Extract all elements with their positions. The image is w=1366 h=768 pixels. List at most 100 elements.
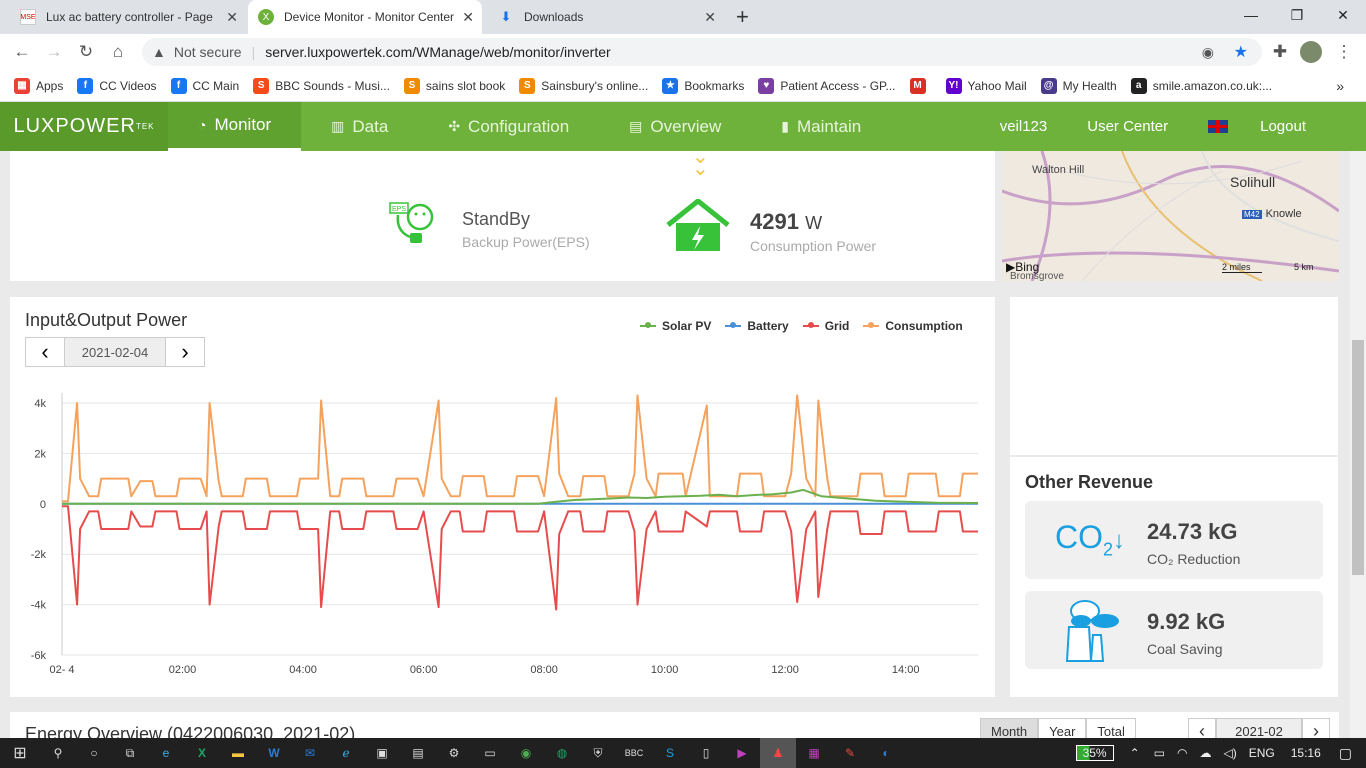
usb-icon[interactable]: ▯ bbox=[688, 738, 724, 768]
tab-lux-forum[interactable]: MSE Lux ac battery controller - Page 8 ✕ bbox=[10, 0, 246, 34]
notepad-icon[interactable]: ▤ bbox=[400, 738, 436, 768]
bookmark-item[interactable]: ★ Bookmarks bbox=[662, 77, 744, 94]
home-icon[interactable]: ⌂ bbox=[106, 40, 130, 64]
explorer-icon[interactable]: ▬ bbox=[220, 738, 256, 768]
restore-icon[interactable]: ❐ bbox=[1274, 0, 1320, 30]
input-output-chart-card: Input&Output Power ‹ 2021-02-04 › Solar … bbox=[10, 297, 995, 697]
eye-off-icon[interactable]: ◉ bbox=[1202, 44, 1214, 61]
bookmark-item[interactable]: @ My Health bbox=[1040, 77, 1117, 94]
chart-date-picker: ‹ 2021-02-04 › bbox=[25, 337, 205, 367]
photos-icon[interactable]: ▣ bbox=[364, 738, 400, 768]
money-icon[interactable]: ◍ bbox=[544, 738, 580, 768]
windows-start-icon[interactable]: ⊞ bbox=[0, 738, 40, 768]
wifi-icon[interactable]: ◠ bbox=[1177, 746, 1187, 760]
menu-item-data[interactable]: ▥ Data bbox=[301, 102, 418, 151]
bookmark-item[interactable]: a smile.amazon.co.uk:... bbox=[1130, 77, 1272, 94]
logout-link[interactable]: Logout bbox=[1260, 118, 1306, 135]
edge-icon[interactable]: e bbox=[148, 738, 184, 768]
search-icon[interactable]: ⚲ bbox=[40, 738, 76, 768]
globe-icon[interactable]: ◐ bbox=[868, 738, 904, 768]
menu-item-overview[interactable]: ▤ Overview bbox=[599, 102, 751, 151]
settings-icon[interactable]: ⚙ bbox=[436, 738, 472, 768]
clock[interactable]: 15:16 bbox=[1291, 746, 1321, 760]
legend-item[interactable]: Consumption bbox=[863, 319, 963, 333]
pin-icon[interactable]: ♟ bbox=[760, 738, 796, 768]
bookmark-item[interactable]: ♥ Patient Access - GP... bbox=[758, 77, 896, 94]
prev-date-button[interactable]: ‹ bbox=[26, 338, 64, 366]
bookmark-item[interactable]: Ssains slot book bbox=[403, 77, 505, 94]
bookmarks-more-button[interactable]: » bbox=[1336, 78, 1344, 94]
close-icon[interactable]: ✕ bbox=[226, 9, 238, 26]
excel-icon[interactable]: X bbox=[184, 738, 220, 768]
eps-label: Backup Power(EPS) bbox=[462, 234, 590, 250]
language-indicator[interactable]: ENG bbox=[1249, 746, 1275, 760]
bbc-icon[interactable]: BBC bbox=[616, 738, 652, 768]
legend-item[interactable]: Battery bbox=[725, 319, 789, 333]
toggle-month[interactable]: Month bbox=[980, 718, 1039, 738]
reload-icon[interactable]: ↻ bbox=[74, 40, 98, 64]
word-icon[interactable]: W bbox=[256, 738, 292, 768]
bookmark-item[interactable]: ▦ Apps bbox=[14, 77, 63, 94]
user-center-link[interactable]: User Center bbox=[1087, 118, 1168, 135]
cortana-icon[interactable]: ○ bbox=[76, 738, 112, 768]
chart-date-field[interactable]: 2021-02-04 bbox=[64, 338, 166, 366]
bookmark-item[interactable]: S Sainsbury's online... bbox=[519, 77, 648, 94]
battery-icon[interactable]: ▭ bbox=[1154, 746, 1165, 760]
bookmark-item[interactable]: S BBC Sounds - Musi... bbox=[253, 77, 390, 94]
omnibox[interactable]: ▲ Not secure | server.luxpowertek.com/WM… bbox=[142, 38, 1262, 66]
battery-indicator[interactable]: 35% bbox=[1075, 745, 1114, 761]
star-icon[interactable]: ★ bbox=[1234, 42, 1248, 62]
cloud-icon[interactable]: ☁ bbox=[1199, 746, 1211, 760]
menu-item-configuration[interactable]: ✣ Configuration bbox=[418, 102, 599, 151]
task-view-icon[interactable]: ⧉ bbox=[112, 738, 148, 768]
bookmark-item[interactable]: Y! Yahoo Mail bbox=[945, 77, 1027, 94]
toggle-year[interactable]: Year bbox=[1038, 718, 1087, 738]
series-line-consumption[interactable] bbox=[62, 394, 978, 503]
back-icon[interactable]: ← bbox=[10, 40, 34, 64]
luxpower-logo[interactable]: LUXPOWER TEK bbox=[0, 102, 168, 151]
input-output-chart[interactable]: 4k 2k 0 -2k -4k -6k02- 4 02:00 04:00 06:00 08:00 1… bbox=[10, 377, 995, 687]
app-icon[interactable]: ▦ bbox=[796, 738, 832, 768]
skype-icon[interactable]: S bbox=[652, 738, 688, 768]
ie-icon[interactable]: ℯ bbox=[328, 738, 364, 768]
menu-item-monitor[interactable]: ◔ Monitor bbox=[168, 102, 302, 151]
shield-icon[interactable]: ⛨ bbox=[580, 738, 616, 768]
close-window-icon[interactable]: ✕ bbox=[1320, 0, 1366, 30]
menu-icon: ▤ bbox=[629, 118, 643, 134]
user-name[interactable]: veil123 bbox=[1000, 118, 1048, 135]
avatar[interactable] bbox=[1300, 41, 1322, 63]
scrollbar-thumb[interactable] bbox=[1352, 340, 1364, 575]
location-map[interactable]: Walton Hill Solihull M42 Knowle Bromsgro… bbox=[1002, 151, 1339, 281]
uk-flag-icon[interactable] bbox=[1208, 120, 1229, 133]
energy-date-field[interactable]: 2021-02 bbox=[1216, 718, 1302, 738]
mail-icon[interactable]: ✉ bbox=[292, 738, 328, 768]
series-line-grid[interactable] bbox=[62, 505, 978, 611]
energy-next-button[interactable]: › bbox=[1302, 718, 1330, 738]
close-icon[interactable]: ✕ bbox=[462, 9, 474, 26]
chevron-up-icon[interactable]: ⌃ bbox=[1130, 746, 1140, 760]
tab-device-monitor[interactable]: X Device Monitor - Monitor Center ✕ bbox=[248, 0, 482, 34]
legend-item[interactable]: Solar PV bbox=[640, 319, 711, 333]
paint-icon[interactable]: ✎ bbox=[832, 738, 868, 768]
toggle-total[interactable]: Total bbox=[1086, 718, 1136, 738]
menu-dots-icon[interactable]: ⋮ bbox=[1332, 40, 1356, 64]
bookmark-item[interactable]: M bbox=[909, 77, 932, 94]
forward-icon[interactable]: → bbox=[42, 40, 66, 64]
bookmark-item[interactable]: f CC Videos bbox=[77, 77, 157, 94]
close-icon[interactable]: ✕ bbox=[704, 9, 716, 26]
tab-downloads[interactable]: ⬇ Downloads ✕ bbox=[488, 0, 724, 34]
notifications-icon[interactable]: ▢ bbox=[1339, 745, 1352, 762]
volume-icon[interactable]: ◁) bbox=[1223, 746, 1236, 760]
media-icon[interactable]: ▶ bbox=[724, 738, 760, 768]
menu-item-maintain[interactable]: ▮ Maintain bbox=[751, 102, 891, 151]
energy-prev-button[interactable]: ‹ bbox=[1188, 718, 1216, 738]
next-date-button[interactable]: › bbox=[166, 338, 204, 366]
chrome-icon[interactable]: ◉ bbox=[508, 738, 544, 768]
co2-label: CO₂ Reduction bbox=[1147, 551, 1241, 567]
new-tab-button[interactable]: + bbox=[736, 4, 749, 30]
monitor-app-icon[interactable]: ▭ bbox=[472, 738, 508, 768]
minimize-icon[interactable]: — bbox=[1228, 0, 1274, 30]
legend-item[interactable]: Grid bbox=[802, 319, 849, 333]
extensions-icon[interactable]: ✚ bbox=[1268, 40, 1292, 64]
bookmark-item[interactable]: f CC Main bbox=[170, 77, 239, 94]
